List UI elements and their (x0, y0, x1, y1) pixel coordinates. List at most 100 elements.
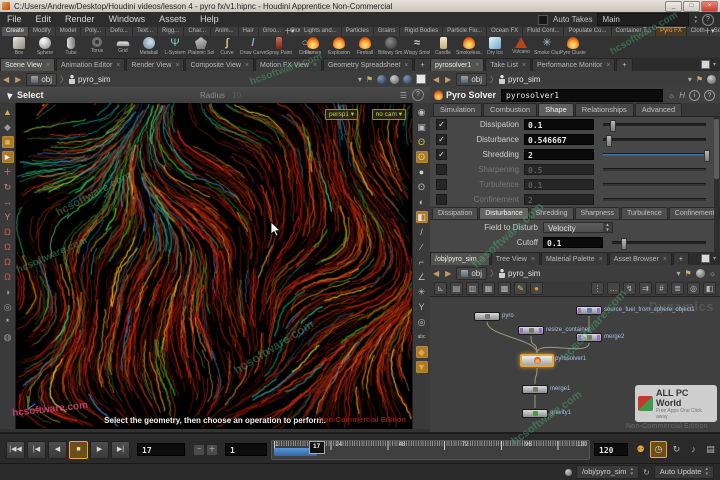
align-icon[interactable]: ⇉ (639, 282, 652, 295)
close-icon[interactable]: × (313, 62, 317, 69)
checkbox-sharpening[interactable] (436, 164, 447, 175)
tab-take-list[interactable]: Take List × (485, 58, 531, 71)
tool-explosion[interactable]: Explosion (326, 36, 352, 58)
close-icon[interactable]: × (531, 256, 535, 263)
back-icon[interactable]: ◀ (430, 75, 442, 84)
material-sphere-icon[interactable] (403, 74, 412, 84)
node-help-icon[interactable]: ? (704, 89, 715, 101)
node-info-icon[interactable] (695, 268, 705, 278)
checkbox-turbulence[interactable] (436, 179, 447, 190)
path-root[interactable]: obj (456, 72, 487, 86)
node-merge2[interactable]: merge2 (576, 333, 624, 342)
playhead[interactable]: 17 (308, 440, 325, 454)
select-arrow-icon[interactable]: ► (1, 151, 14, 163)
snap-grid-icon[interactable]: Ω (2, 226, 14, 238)
maximize-button[interactable]: □ (683, 0, 700, 12)
sub-tab-sharpness[interactable]: Sharpness (574, 207, 620, 219)
minimize-button[interactable]: _ (665, 0, 682, 12)
param-tab-combustion[interactable]: Combustion (483, 103, 538, 116)
node-name-field[interactable]: pyrosolver1 (501, 88, 663, 102)
node-pyro[interactable]: pyro (474, 312, 514, 321)
playbar-options-icon[interactable]: ▤ (703, 442, 718, 457)
snap-point-icon[interactable]: Ω (2, 241, 14, 253)
find-icon[interactable]: ◎ (687, 282, 700, 295)
viewport-render[interactable] (16, 103, 412, 429)
gear-icon[interactable]: ☼ (709, 269, 716, 278)
close-icon[interactable]: × (599, 256, 603, 263)
sub-tab-disturbance[interactable]: Disturbance (479, 207, 529, 219)
shade-sphere-icon[interactable] (390, 74, 399, 84)
current-frame-field[interactable]: 17 (137, 443, 185, 456)
take-spinner[interactable]: ▴ ▾ (694, 14, 697, 25)
field-confinement[interactable]: 2 (524, 194, 594, 205)
slider-disturbance[interactable] (603, 135, 706, 147)
points-icon[interactable]: ✳ (416, 286, 428, 298)
tree-icon[interactable]: ⊾ (434, 282, 447, 295)
field-sharpening[interactable]: 0.5 (524, 164, 594, 175)
slider-handle[interactable] (704, 150, 710, 162)
globe-icon[interactable] (377, 74, 386, 84)
close-icon[interactable]: × (481, 256, 485, 263)
shelf-tab-particle-flu[interactable]: Particle Flu... (443, 27, 488, 36)
slider-shredding[interactable] (603, 150, 710, 162)
menu-file[interactable]: File (0, 12, 29, 27)
pattern-icon[interactable]: ▩ (498, 282, 511, 295)
rotate-icon[interactable]: ↻ (2, 181, 14, 193)
shelf-tab-rigid-bodies[interactable]: Rigid Bodies (400, 27, 444, 36)
tool-smokeless[interactable]: Smokeless... (456, 36, 482, 58)
slider-dissipation[interactable] (603, 120, 706, 132)
menu-assets[interactable]: Assets (152, 12, 193, 27)
prev-frame-button[interactable]: |◀ (27, 440, 46, 459)
path-dropdown-icon[interactable]: ▾ (676, 269, 680, 278)
node-source-fuel-from-sphere-object1[interactable]: source_fuel_from_sphere_object1 (576, 306, 695, 315)
tab-performance-monitor[interactable]: Performance Monitor × (532, 58, 616, 71)
shelf-tab-anim[interactable]: Anim... (211, 27, 239, 36)
auto-takes-checkbox[interactable] (538, 14, 549, 25)
decrement-button[interactable]: − (193, 443, 205, 456)
overview-icon[interactable]: ◧ (703, 282, 716, 295)
slash-icon[interactable]: / (416, 226, 428, 238)
op-help-icon[interactable]: ? (412, 89, 424, 101)
sub-tab-turbulence[interactable]: Turbulence (621, 207, 668, 219)
range-start-field[interactable]: 1 (225, 443, 267, 456)
wire-style-icon[interactable]: ↯ (623, 282, 636, 295)
network-graph[interactable]: Dynamics pyro resize_container source_fuel… (430, 297, 720, 432)
params-scrollbar[interactable] (714, 117, 719, 252)
close-icon[interactable]: × (522, 62, 526, 69)
view-diamond-icon[interactable]: ◆ (415, 346, 428, 358)
more-icon[interactable]: … (607, 282, 620, 295)
increment-button[interactable]: ＋ (206, 443, 218, 456)
material-icon[interactable]: ◐ (416, 196, 428, 208)
view-ring-icon[interactable]: ◎ (2, 301, 14, 313)
tool-curve[interactable]: ∫ Curve (214, 36, 240, 58)
context-spinner-icon[interactable]: ▴ ▾ (631, 467, 634, 477)
shelf-tab-fluid-cont[interactable]: Fluid Cont... (523, 27, 565, 36)
path-root[interactable]: obj (456, 266, 487, 280)
dots-icon[interactable]: ⋮ (591, 282, 604, 295)
tool-spray-paint[interactable]: Spray Paint (266, 36, 292, 58)
field-to-disturb-select[interactable]: Velocity ▴ ▾ (543, 222, 613, 233)
pane-caret-icon[interactable]: ▾ (713, 61, 716, 68)
shelf-tab-create[interactable]: Create (2, 27, 30, 36)
slider-handle[interactable] (610, 120, 617, 132)
tool-candle[interactable]: Candle (430, 36, 456, 58)
shelf-tab-modify[interactable]: Modify (29, 27, 56, 36)
play-button[interactable]: ▶ (90, 440, 109, 459)
info-icon[interactable]: i (689, 89, 700, 101)
tool-wispy-smoke[interactable]: ≈Wispy Smoke (404, 36, 430, 58)
list-icon[interactable]: ▤ (450, 282, 463, 295)
slider-turbulence[interactable] (603, 183, 706, 186)
path-root[interactable]: obj (26, 72, 57, 86)
shelf-tab-poly[interactable]: Poly... (81, 27, 107, 36)
tool-torus[interactable]: Torus (84, 36, 110, 58)
corner-icon[interactable]: ⌐ (416, 256, 428, 268)
shelf-tab-rigg[interactable]: Rigg... (157, 27, 185, 36)
loop-icon[interactable]: ↻ (669, 442, 684, 457)
shelf-tab-defo[interactable]: Defo... (106, 27, 133, 36)
help-icon[interactable]: ? (702, 13, 714, 26)
tool-draw-curve[interactable]: / Draw Curve (240, 36, 266, 58)
bulb-headlight-icon[interactable]: ʘ (416, 136, 428, 148)
jump-end-button[interactable]: ▶| (111, 440, 130, 459)
tab-scene-view[interactable]: Scene View × (0, 58, 55, 71)
select-spinner-icon[interactable]: ▴ ▾ (603, 223, 612, 233)
